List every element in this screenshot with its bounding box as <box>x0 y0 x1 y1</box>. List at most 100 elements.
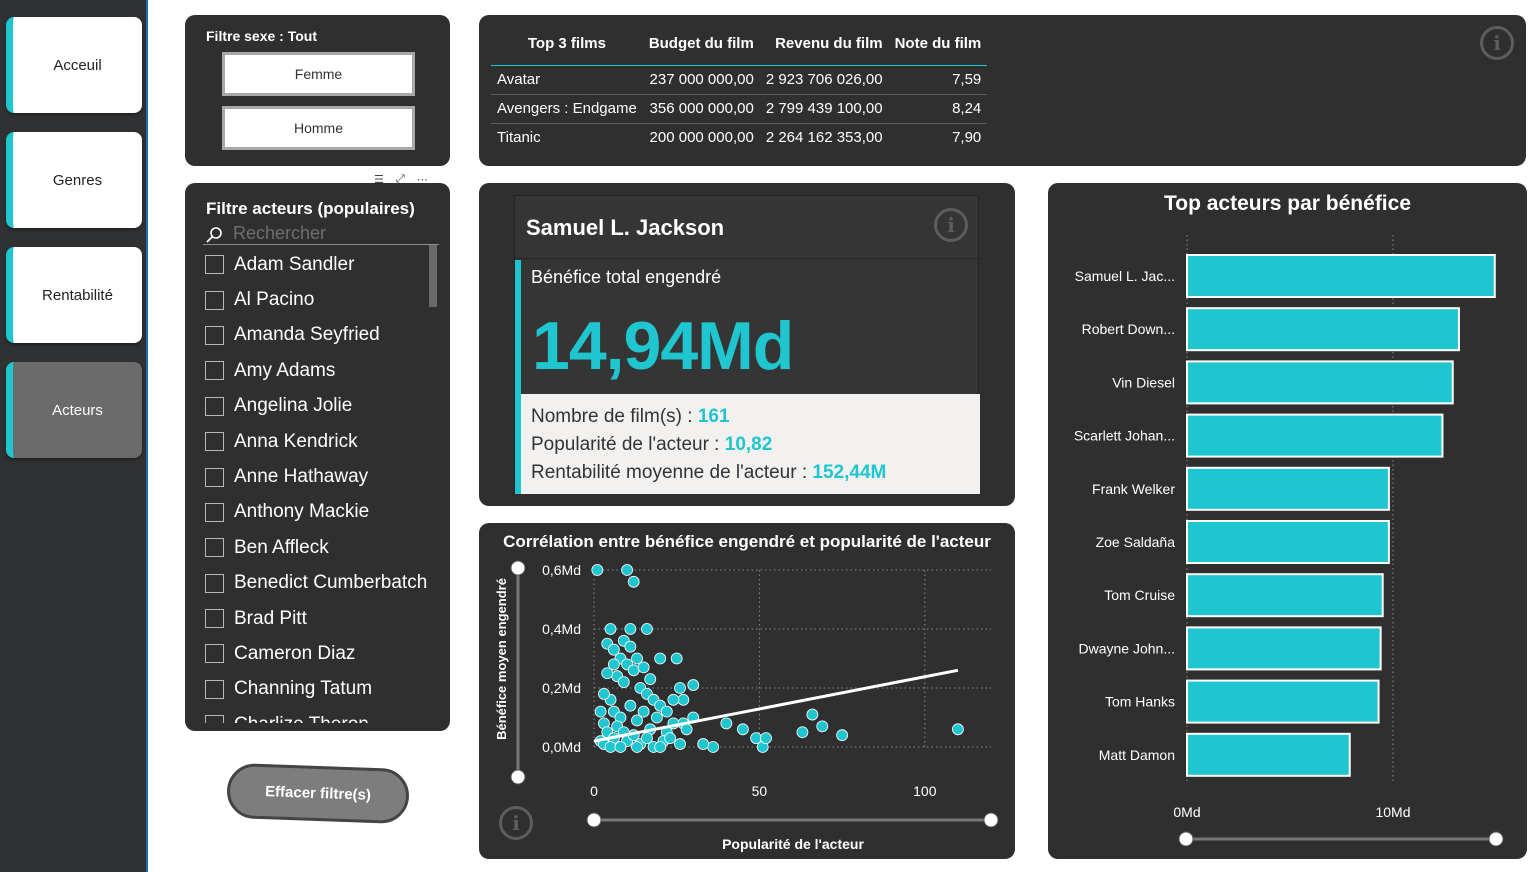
actor-list-item[interactable]: Anthony Mackie <box>205 495 441 530</box>
scatter-point[interactable] <box>670 652 683 665</box>
scatter-point[interactable] <box>624 623 637 635</box>
checkbox[interactable] <box>205 325 224 345</box>
checkbox[interactable] <box>205 715 224 723</box>
scatter-point[interactable] <box>660 705 673 718</box>
scatter-point[interactable] <box>604 623 617 635</box>
scatter-point[interactable] <box>627 664 640 677</box>
actor-list-item[interactable]: Angelina Jolie <box>205 389 441 424</box>
checkbox[interactable] <box>205 609 224 629</box>
bar[interactable] <box>1186 679 1380 724</box>
bar[interactable] <box>1186 413 1444 458</box>
scatter-point[interactable] <box>796 726 809 739</box>
search-input[interactable]: Rechercher <box>203 223 439 245</box>
checkbox[interactable] <box>205 679 224 699</box>
bar[interactable] <box>1186 360 1454 405</box>
scatter-point[interactable] <box>631 741 643 753</box>
table-header-cell[interactable]: Revenu du film <box>759 29 889 66</box>
bar[interactable] <box>1186 254 1496 298</box>
checkbox[interactable] <box>205 502 224 522</box>
actor-list-item[interactable]: Charlize Theron <box>205 707 441 723</box>
bar[interactable] <box>1186 307 1460 352</box>
scatter-point[interactable] <box>836 729 849 742</box>
scatter-point[interactable] <box>624 640 637 653</box>
bar[interactable] <box>1186 626 1382 671</box>
checkbox[interactable] <box>205 432 224 452</box>
checkbox[interactable] <box>205 396 224 416</box>
x-range-slider-handle[interactable] <box>983 812 999 828</box>
scatter-point[interactable] <box>621 564 633 576</box>
scatter-point[interactable] <box>816 720 829 733</box>
actor-list-item[interactable]: Brad Pitt <box>205 601 441 636</box>
clear-filters-button[interactable]: Effacer filtre(s) <box>226 762 410 825</box>
checkbox[interactable] <box>205 573 224 593</box>
scatter-point[interactable] <box>654 741 667 753</box>
scatter-point[interactable] <box>674 682 686 694</box>
actor-list-item[interactable]: Amy Adams <box>205 353 441 388</box>
actor-list-item[interactable]: Cameron Diaz <box>205 636 441 671</box>
scatter-point[interactable] <box>677 693 690 706</box>
scatter-point[interactable] <box>591 564 604 576</box>
scatter-point[interactable] <box>617 676 630 689</box>
scatter-point[interactable] <box>654 652 667 665</box>
scatter-point[interactable] <box>680 723 693 736</box>
scatter-point[interactable] <box>637 661 650 674</box>
actor-list-item[interactable]: Amanda Seyfried <box>205 318 441 353</box>
scatter-point[interactable] <box>650 711 663 724</box>
info-icon[interactable]: i <box>1480 26 1514 60</box>
table-header-cell[interactable]: Note du film <box>888 29 988 66</box>
info-icon[interactable]: i <box>499 806 533 840</box>
actor-list-item[interactable]: Channing Tatum <box>205 672 441 707</box>
table-row[interactable]: Avengers : Endgame 356 000 000,00 2 799 43… <box>491 94 988 124</box>
scatter-point[interactable] <box>806 708 819 721</box>
y-range-slider-handle[interactable] <box>510 769 526 785</box>
scatter-point[interactable] <box>627 575 640 588</box>
scatter-point[interactable] <box>687 679 700 691</box>
x-range-slider-handle[interactable] <box>1488 831 1504 847</box>
scatter-point[interactable] <box>952 723 964 736</box>
checkbox[interactable] <box>205 644 224 664</box>
bar[interactable] <box>1186 466 1390 511</box>
actor-list-item[interactable]: Anne Hathaway <box>205 459 441 494</box>
scatter-point[interactable] <box>637 705 650 718</box>
scatter-point[interactable] <box>624 699 637 712</box>
scatter-point[interactable] <box>644 673 657 686</box>
scatter-point[interactable] <box>720 717 733 730</box>
scatter-point[interactable] <box>760 732 772 745</box>
bar[interactable] <box>1186 573 1384 618</box>
actor-list-item[interactable]: Adam Sandler <box>205 247 441 282</box>
scatter-point[interactable] <box>598 687 610 700</box>
actor-list-item[interactable]: Benedict Cumberbatch <box>205 566 441 601</box>
bar[interactable] <box>1186 520 1390 564</box>
actor-list-item[interactable]: Anna Kendrick <box>205 424 441 459</box>
scatter-point[interactable] <box>667 693 680 706</box>
table-header-cell[interactable]: Top 3 films <box>491 29 643 66</box>
checkbox[interactable] <box>205 255 224 275</box>
checkbox[interactable] <box>205 361 224 381</box>
y-range-slider-handle[interactable] <box>510 560 526 576</box>
table-row[interactable]: Titanic 200 000 000,00 2 264 162 353,00 7,9… <box>491 123 987 152</box>
scatter-point[interactable] <box>641 623 653 635</box>
x-range-slider-handle[interactable] <box>1178 831 1194 847</box>
scatter-point[interactable] <box>594 705 607 718</box>
x-range-slider-handle[interactable] <box>586 812 602 828</box>
scatter-point[interactable] <box>674 738 686 750</box>
scatter-point[interactable] <box>707 741 720 753</box>
bar[interactable] <box>1186 732 1351 777</box>
scatter-point[interactable] <box>604 741 617 753</box>
table-header-cell[interactable]: Budget du film <box>642 29 760 66</box>
sex-option-homme[interactable]: Homme <box>222 106 415 150</box>
scatter-point[interactable] <box>607 658 620 671</box>
nav-button-acceuil[interactable]: Acceuil <box>6 17 142 113</box>
checkbox[interactable] <box>205 290 224 310</box>
scatter-point[interactable] <box>697 738 710 750</box>
sex-option-femme[interactable]: Femme <box>222 52 415 96</box>
checkbox[interactable] <box>205 467 224 487</box>
table-row[interactable]: Avatar 237 000 000,00 2 923 706 026,00 7,59 <box>491 65 988 95</box>
scatter-point[interactable] <box>664 732 676 745</box>
nav-button-genres[interactable]: Genres <box>6 132 142 228</box>
scatter-point[interactable] <box>614 741 627 753</box>
actor-list-item[interactable]: Ben Affleck <box>205 530 441 565</box>
checkbox[interactable] <box>205 538 224 558</box>
actor-list-item[interactable]: Al Pacino <box>205 282 441 317</box>
scatter-point[interactable] <box>736 723 749 736</box>
